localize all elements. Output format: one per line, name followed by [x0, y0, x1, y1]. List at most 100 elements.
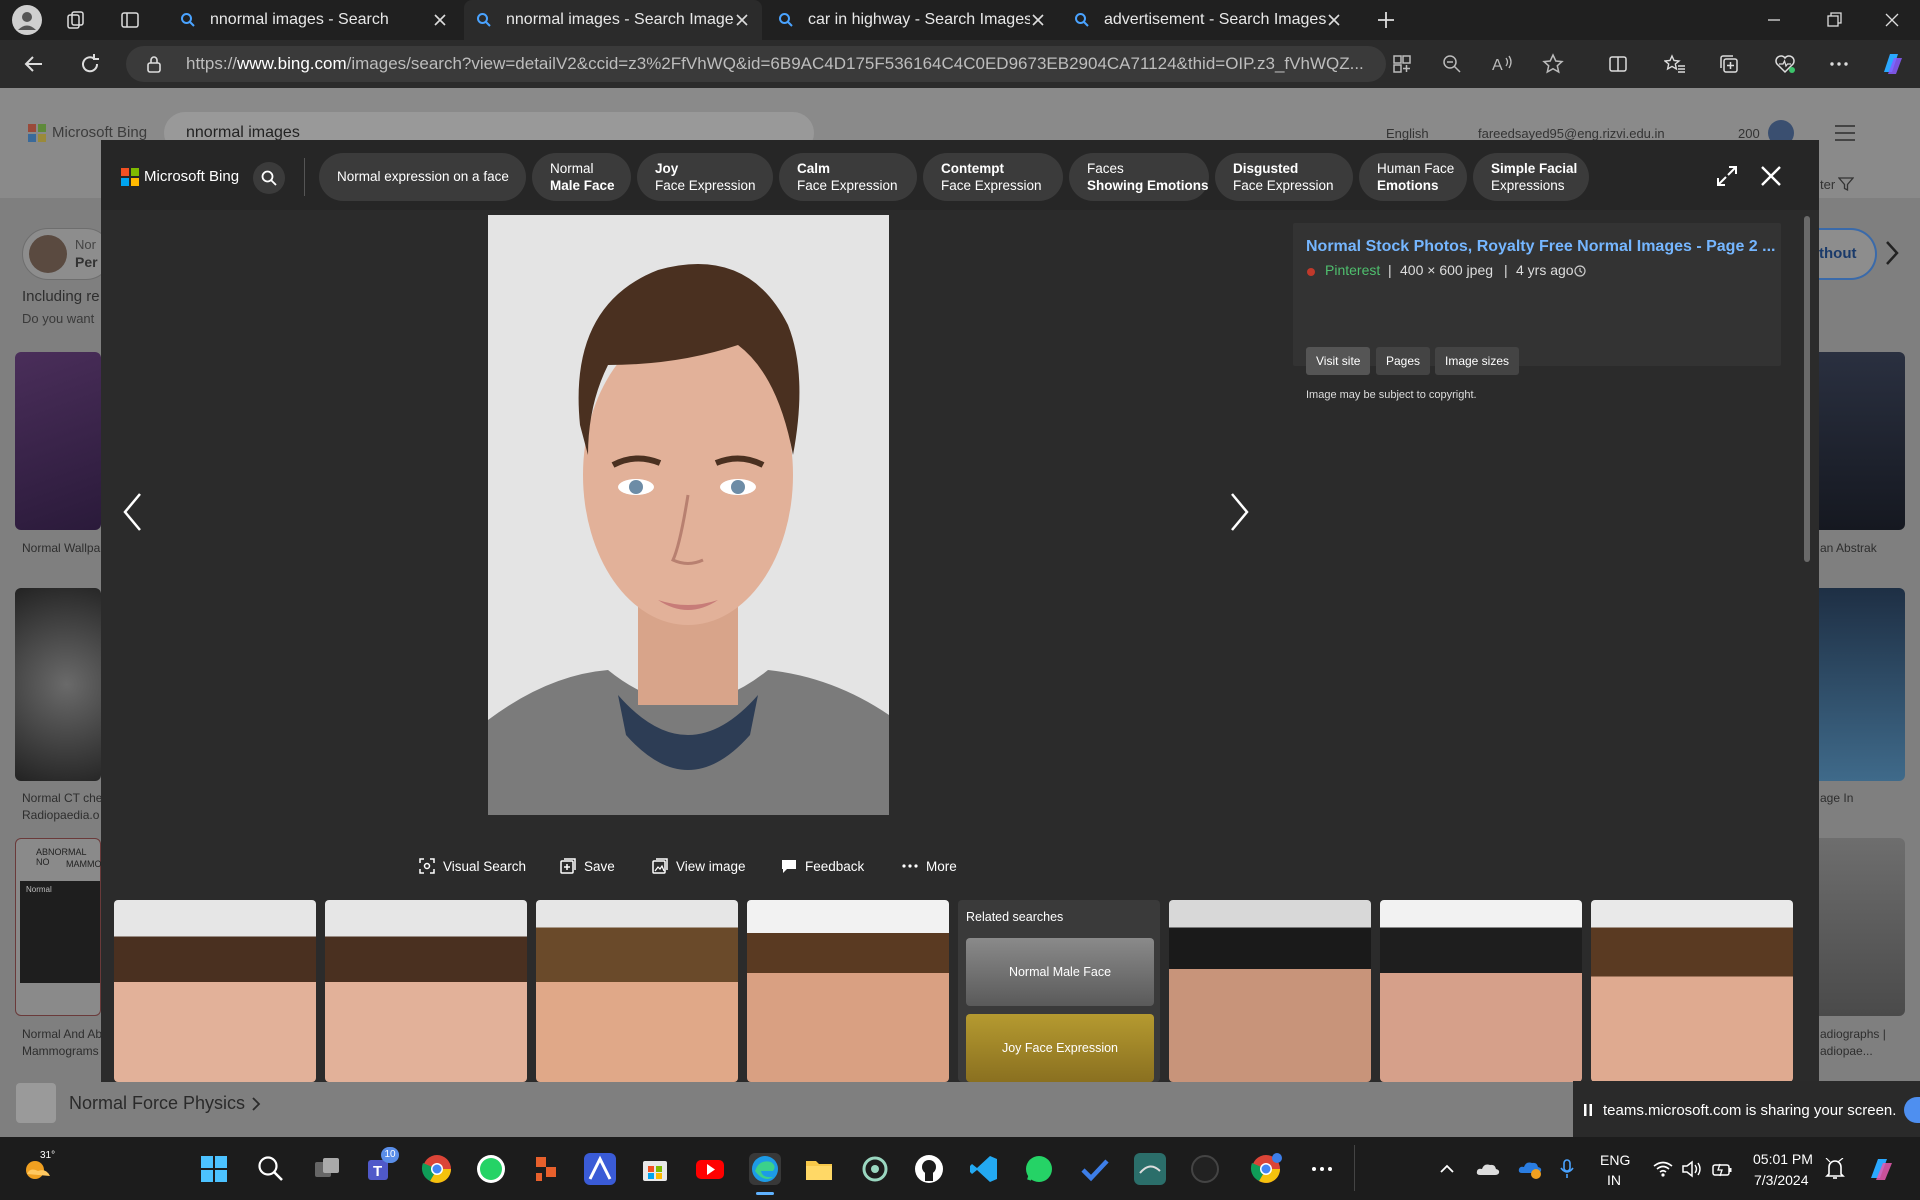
- bing-logo-text[interactable]: Microsoft Bing: [144, 168, 239, 185]
- tab-3[interactable]: car in highway - Search Images: [766, 0, 1058, 40]
- next-image-icon[interactable]: [1227, 492, 1251, 532]
- search-taskbar-icon[interactable]: [255, 1153, 287, 1185]
- close-viewer-icon[interactable]: [1759, 164, 1783, 188]
- main-image-portrait[interactable]: [488, 215, 889, 815]
- related-search-joy-face[interactable]: Joy Face Expression: [966, 1014, 1154, 1082]
- clock-time[interactable]: 05:01 PM: [1753, 1151, 1813, 1167]
- todo-icon[interactable]: [1079, 1153, 1111, 1185]
- more-button[interactable]: More: [902, 853, 957, 879]
- copilot-taskbar-icon[interactable]: [1866, 1154, 1896, 1184]
- split-screen-icon[interactable]: [1608, 54, 1628, 74]
- store-icon[interactable]: [639, 1153, 671, 1185]
- save-button[interactable]: Save: [560, 853, 615, 879]
- previous-image-icon[interactable]: [121, 492, 145, 532]
- view-image-button[interactable]: View image: [652, 853, 746, 879]
- close-window-icon[interactable]: [1882, 10, 1902, 30]
- chip-calm[interactable]: Calm Face Expression: [779, 153, 917, 201]
- chip-normal-expression[interactable]: Normal expression on a face: [319, 153, 526, 201]
- share-stop-tab[interactable]: [1904, 1097, 1920, 1123]
- visual-search-button[interactable]: Visual Search: [419, 853, 526, 879]
- close-tab-icon[interactable]: [432, 12, 448, 28]
- volume-icon[interactable]: [1681, 1160, 1703, 1178]
- related-thumb[interactable]: [1591, 900, 1793, 1082]
- copilot-icon[interactable]: [1878, 50, 1906, 78]
- zoom-icon[interactable]: [1442, 54, 1462, 74]
- profile-avatar-icon[interactable]: [12, 5, 42, 35]
- github-icon[interactable]: [913, 1153, 945, 1185]
- restore-icon[interactable]: [1824, 10, 1844, 30]
- show-hidden-icons-icon[interactable]: [1438, 1160, 1456, 1178]
- tab-2-active[interactable]: nnormal images - Search Images: [464, 0, 762, 40]
- edge-icon-active[interactable]: [749, 1153, 781, 1185]
- pause-icon[interactable]: [1583, 1103, 1593, 1117]
- lock-icon[interactable]: [146, 55, 162, 73]
- office-icon[interactable]: [530, 1153, 562, 1185]
- search-button[interactable]: [253, 162, 285, 194]
- image-sizes-button[interactable]: Image sizes: [1435, 347, 1520, 375]
- chip-normal-male-face[interactable]: Normal Male Face: [532, 153, 631, 201]
- chip-contempt[interactable]: Contempt Face Expression: [923, 153, 1063, 201]
- back-icon[interactable]: [22, 52, 46, 76]
- image-source-title[interactable]: Normal Stock Photos, Royalty Free Normal…: [1306, 238, 1775, 256]
- wordpress-icon[interactable]: [1189, 1153, 1221, 1185]
- chrome-profile-icon[interactable]: [1250, 1153, 1282, 1185]
- app-available-icon[interactable]: [1392, 54, 1412, 74]
- chip-joy[interactable]: Joy Face Expression: [637, 153, 773, 201]
- related-search-normal-male-face[interactable]: Normal Male Face: [966, 938, 1154, 1006]
- chip-simple-facial[interactable]: Simple Facial Expressions: [1473, 153, 1589, 201]
- favorite-star-icon[interactable]: [1542, 53, 1564, 75]
- whatsapp-icon[interactable]: [475, 1153, 507, 1185]
- tab-4[interactable]: advertisement - Search Images: [1062, 0, 1354, 40]
- taskbar-overflow-icon[interactable]: [1306, 1153, 1338, 1185]
- footer-related-link[interactable]: Normal Force Physics: [69, 1093, 245, 1114]
- language-indicator[interactable]: ENG: [1600, 1152, 1630, 1168]
- browser-essentials-icon[interactable]: [1774, 54, 1796, 74]
- more-menu-icon[interactable]: [1828, 54, 1850, 74]
- related-thumb[interactable]: [536, 900, 738, 1082]
- read-aloud-icon[interactable]: A: [1492, 54, 1514, 74]
- file-explorer-icon[interactable]: [803, 1153, 835, 1185]
- task-view-icon[interactable]: [311, 1153, 343, 1185]
- close-tab-icon[interactable]: [1326, 12, 1342, 28]
- chatgpt-icon[interactable]: [859, 1153, 891, 1185]
- clock-date[interactable]: 7/3/2024: [1754, 1172, 1809, 1188]
- related-thumb[interactable]: [325, 900, 527, 1082]
- workspaces-icon[interactable]: [66, 10, 86, 30]
- microphone-icon[interactable]: [1558, 1158, 1576, 1180]
- pages-button[interactable]: Pages: [1376, 347, 1431, 375]
- scrollbar-thumb[interactable]: [1804, 216, 1810, 562]
- chip-disgusted[interactable]: Disgusted Face Expression: [1215, 153, 1353, 201]
- chip-human-face-emotions[interactable]: Human Face Emotions: [1359, 153, 1467, 201]
- battery-icon[interactable]: [1711, 1160, 1733, 1178]
- youtube-icon[interactable]: [694, 1153, 726, 1185]
- language-region[interactable]: IN: [1607, 1172, 1621, 1188]
- onedrive-sync-icon[interactable]: [1518, 1158, 1542, 1180]
- source-site[interactable]: Pinterest: [1325, 262, 1380, 278]
- address-bar[interactable]: https://www.bing.com/images/search?view=…: [126, 46, 1386, 82]
- math-app-icon[interactable]: [584, 1153, 616, 1185]
- tab-1[interactable]: nnormal images - Search: [168, 0, 460, 40]
- related-thumb[interactable]: [114, 900, 316, 1082]
- vscode-icon[interactable]: [968, 1153, 1000, 1185]
- chrome-icon[interactable]: [421, 1153, 453, 1185]
- feedback-button[interactable]: Feedback: [781, 853, 864, 879]
- related-thumb[interactable]: [1169, 900, 1371, 1082]
- expand-icon[interactable]: [1715, 164, 1739, 188]
- notification-bell-icon[interactable]: [1825, 1158, 1845, 1180]
- close-tab-icon[interactable]: [734, 12, 750, 28]
- related-thumb[interactable]: [747, 900, 949, 1082]
- close-tab-icon[interactable]: [1030, 12, 1046, 28]
- visit-site-button[interactable]: Visit site: [1306, 347, 1371, 375]
- minimize-icon[interactable]: [1764, 10, 1784, 30]
- favorites-icon[interactable]: [1664, 54, 1686, 74]
- start-button[interactable]: [198, 1153, 230, 1185]
- vertical-tabs-icon[interactable]: [120, 10, 140, 30]
- collections-icon[interactable]: [1719, 54, 1739, 74]
- related-thumb[interactable]: [1380, 900, 1582, 1082]
- chip-faces-emotions[interactable]: Faces Showing Emotions: [1069, 153, 1209, 201]
- teams-taskbar-icon[interactable]: T 10: [365, 1147, 399, 1185]
- onedrive-icon[interactable]: [1476, 1160, 1500, 1178]
- refresh-icon[interactable]: [78, 52, 102, 76]
- new-tab-icon[interactable]: [1376, 10, 1396, 30]
- whatsapp-desktop-icon[interactable]: [1023, 1153, 1055, 1185]
